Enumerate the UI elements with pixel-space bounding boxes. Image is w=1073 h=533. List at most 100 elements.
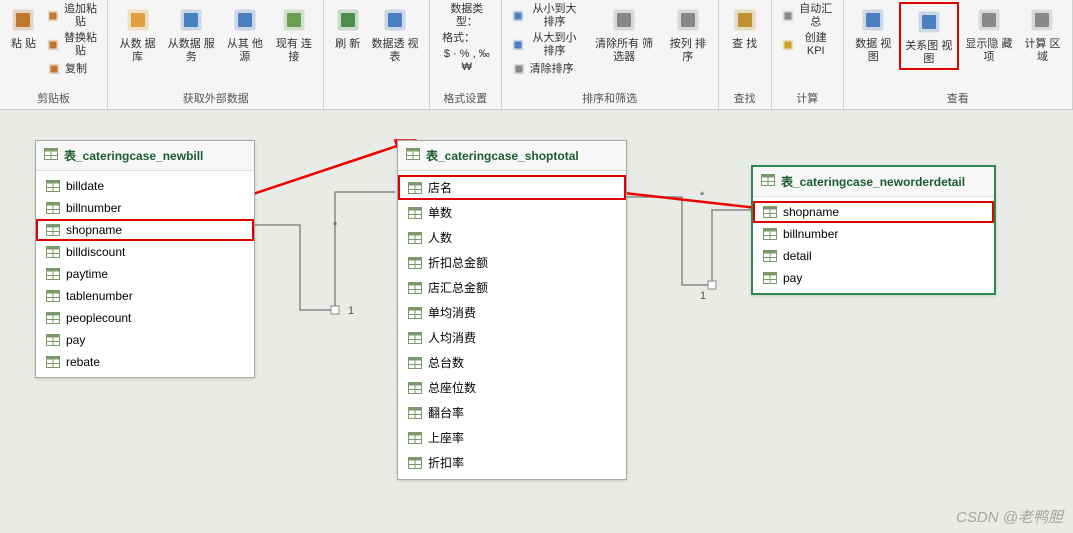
sort-by-col-button[interactable]: 按列 排序 [664, 2, 712, 66]
group-label: 排序和筛选 [508, 87, 712, 109]
field-name: detail [783, 249, 812, 263]
existing-conn-button[interactable]: 现有 连接 [270, 2, 317, 66]
show-hide-button[interactable]: 显示隐 藏项 [961, 2, 1017, 66]
field-row[interactable]: billdate [36, 175, 254, 197]
button-label: 清除所有 筛选器 [590, 38, 658, 64]
paste-append-button[interactable]: 追加粘贴 [43, 2, 101, 30]
group-label: 获取外部数据 [114, 87, 317, 109]
button-label: 从小到大排序 [528, 3, 582, 29]
field-row[interactable]: 单均消费 [398, 300, 626, 325]
field-name: 翻台率 [428, 404, 464, 421]
pivot-button[interactable]: 数据透 视表 [367, 2, 423, 66]
field-row[interactable]: shopname [753, 201, 994, 223]
clearsort-icon [511, 61, 527, 77]
button-label: 现有 连接 [274, 38, 313, 64]
field-icon [408, 457, 422, 469]
field-row[interactable]: 店汇总金额 [398, 275, 626, 300]
table-header[interactable]: 表_cateringcase_newbill [36, 141, 254, 171]
field-row[interactable]: pay [753, 267, 994, 289]
auto-sum-button[interactable]: 自动汇总 [778, 2, 837, 30]
field-row[interactable]: 折扣率 [398, 450, 626, 475]
diagram-canvas[interactable]: * 1 * 1 表_cateringcase_newbillbilldatebi… [0, 110, 1073, 533]
field-icon [408, 207, 422, 219]
diagram-view-button[interactable]: 关系图 视图 [899, 2, 959, 70]
ribbon-group: 粘 贴追加粘贴替换粘贴复制剪贴板 [0, 0, 108, 109]
field-name: 人数 [428, 229, 452, 246]
table-t1[interactable]: 表_cateringcase_newbill billdatebillnumber… [35, 140, 255, 378]
copy-button[interactable]: 复制 [43, 60, 101, 78]
sort-desc-button[interactable]: 从大到小排序 [508, 31, 585, 59]
field-row[interactable]: paytime [36, 263, 254, 285]
field-row[interactable]: billnumber [36, 197, 254, 219]
find-button[interactable]: 查 找 [725, 2, 765, 53]
field-row[interactable]: 人均消费 [398, 325, 626, 350]
field-icon [408, 332, 422, 344]
field-icon [763, 206, 777, 218]
field-row[interactable]: shopname [36, 219, 254, 241]
field-row[interactable]: billnumber [753, 223, 994, 245]
field-name: shopname [783, 205, 839, 219]
other-icon [229, 4, 261, 36]
from-service-button[interactable]: 从数据 服务 [163, 2, 219, 66]
ribbon-group: 从数 据库从数据 服务从其 他源现有 连接获取外部数据 [108, 0, 324, 109]
refresh-button[interactable]: 刷 新 [330, 2, 365, 53]
field-row[interactable]: tablenumber [36, 285, 254, 307]
field-icon [763, 250, 777, 262]
field-row[interactable]: pay [36, 329, 254, 351]
create-kpi-button[interactable]: 创建 KPI [778, 31, 837, 59]
clipboard-icon [46, 37, 60, 53]
format-symbols-button[interactable]: $ · % , ‰ ₩ [436, 47, 495, 75]
field-name: 单数 [428, 204, 452, 221]
filter-icon [608, 4, 640, 36]
paste-button[interactable]: 粘 贴 [6, 2, 41, 53]
field-row[interactable]: 单数 [398, 200, 626, 225]
conn-icon [278, 4, 310, 36]
table-t2[interactable]: 表_cateringcase_shoptotal 店名单数人数折扣总金额店汇总金额… [397, 140, 627, 480]
button-label: 数据 视图 [854, 38, 893, 64]
field-row[interactable]: 上座率 [398, 425, 626, 450]
paste-replace-button[interactable]: 替换粘贴 [43, 31, 101, 59]
field-row[interactable]: detail [753, 245, 994, 267]
field-name: peoplecount [66, 311, 131, 325]
clipboard-icon [46, 8, 60, 24]
calc-area-button[interactable]: 计算 区域 [1019, 2, 1066, 66]
field-row[interactable]: 店名 [398, 175, 626, 200]
kpi-icon [781, 37, 795, 53]
field-row[interactable]: peoplecount [36, 307, 254, 329]
db-icon [122, 4, 154, 36]
clear-sort-button[interactable]: 清除排序 [508, 60, 585, 78]
field-row[interactable]: billdiscount [36, 241, 254, 263]
button-label: 从数据 服务 [167, 38, 215, 64]
group-label: 查找 [725, 87, 765, 109]
data-type-button[interactable]: 数据类型： [436, 2, 495, 30]
field-icon [46, 356, 60, 368]
field-row[interactable]: 翻台率 [398, 400, 626, 425]
field-icon [763, 228, 777, 240]
button-label: 创建 KPI [798, 32, 834, 58]
clear-filter-button[interactable]: 清除所有 筛选器 [586, 2, 662, 66]
field-row[interactable]: 总座位数 [398, 375, 626, 400]
field-row[interactable]: 人数 [398, 225, 626, 250]
data-view-button[interactable]: 数据 视图 [850, 2, 897, 66]
button-label: 从数 据库 [118, 38, 157, 64]
field-icon [46, 334, 60, 346]
field-row[interactable]: rebate [36, 351, 254, 373]
field-row[interactable]: 折扣总金额 [398, 250, 626, 275]
format-button[interactable]: 格式： [436, 31, 495, 46]
from-other-button[interactable]: 从其 他源 [221, 2, 268, 66]
button-label: 追加粘贴 [63, 3, 98, 29]
field-icon [408, 182, 422, 194]
field-name: 折扣率 [428, 454, 464, 471]
group-label [330, 103, 423, 109]
button-label: 数据透 视表 [371, 38, 419, 64]
table-t3[interactable]: 表_cateringcase_neworderdetail shopname bil… [751, 165, 996, 295]
field-name: billdiscount [66, 245, 125, 259]
field-row[interactable]: 总台数 [398, 350, 626, 375]
field-icon [408, 357, 422, 369]
table-header[interactable]: 表_cateringcase_shoptotal [398, 141, 626, 171]
from-db-button[interactable]: 从数 据库 [114, 2, 161, 66]
relationship-line [255, 185, 397, 320]
sort-asc-button[interactable]: 从小到大排序 [508, 2, 585, 30]
find-icon [729, 4, 761, 36]
table-header[interactable]: 表_cateringcase_neworderdetail [753, 167, 994, 197]
